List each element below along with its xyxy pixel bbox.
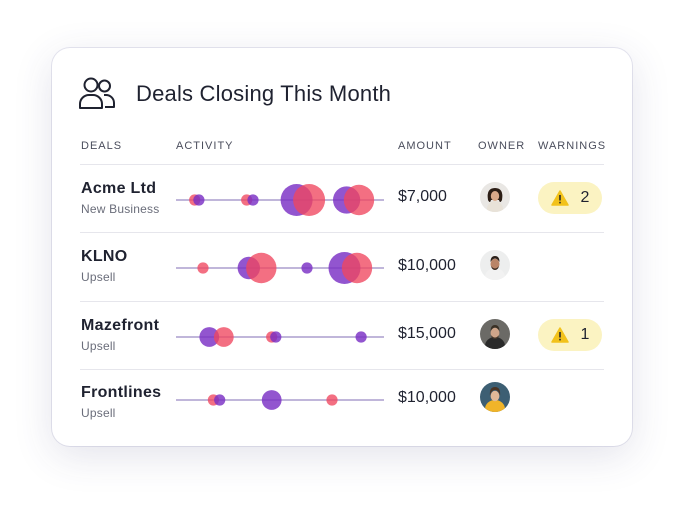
activity-bubble[interactable] — [193, 194, 205, 206]
activity-bubble[interactable] — [355, 331, 367, 343]
warning-icon — [550, 190, 569, 206]
warning-count: 2 — [580, 189, 590, 206]
column-header-activity: ACTIVITY — [176, 140, 234, 152]
deal-amount: $10,000 — [398, 389, 456, 406]
column-header-owner: OWNER — [478, 140, 526, 152]
activity-bubble[interactable] — [246, 252, 277, 284]
activity-bubble[interactable] — [261, 390, 282, 410]
deal-name[interactable]: Mazefront — [81, 317, 159, 335]
table-row[interactable]: Acme Ltd New Business $7,000 2 — [52, 166, 632, 234]
column-header-warnings: WARNINGS — [538, 140, 607, 152]
deal-name[interactable]: Acme Ltd — [81, 180, 156, 198]
divider — [80, 301, 604, 302]
activity-bubble[interactable] — [341, 252, 373, 284]
deal-name[interactable]: Frontlines — [81, 384, 161, 402]
warning-badge[interactable]: 2 — [538, 182, 602, 214]
activity-bubble[interactable] — [213, 327, 234, 347]
users-icon — [79, 77, 115, 109]
divider — [80, 164, 604, 165]
deal-amount: $15,000 — [398, 325, 456, 342]
deal-amount: $7,000 — [398, 188, 447, 205]
warning-count: 1 — [580, 326, 590, 343]
deal-name[interactable]: KLNO — [81, 248, 128, 266]
activity-timeline — [176, 390, 384, 410]
activity-bubble[interactable] — [301, 262, 313, 274]
owner-avatar[interactable] — [480, 182, 510, 212]
table-row[interactable]: Frontlines Upsell $10,000 — [52, 370, 632, 438]
activity-bubble[interactable] — [270, 331, 282, 343]
deal-type: Upsell — [81, 270, 116, 284]
activity-bubble[interactable] — [197, 262, 209, 274]
owner-avatar[interactable] — [480, 250, 510, 280]
activity-bubble[interactable] — [343, 184, 375, 216]
page-title: Deals Closing This Month — [136, 81, 392, 106]
divider — [80, 232, 604, 233]
table-row[interactable]: Mazefront Upsell $15,000 1 — [52, 303, 632, 371]
activity-bubble[interactable] — [326, 394, 338, 406]
activity-timeline — [176, 184, 384, 216]
activity-bubble[interactable] — [293, 184, 326, 216]
deals-card: Deals Closing This Month DEALS ACTIVITY … — [52, 48, 632, 446]
deal-type: Upsell — [81, 339, 116, 353]
column-header-deals: DEALS — [81, 140, 123, 152]
deal-type: New Business — [81, 202, 160, 216]
table-row[interactable]: KLNO Upsell $10,000 — [52, 234, 632, 302]
warning-badge[interactable]: 1 — [538, 319, 602, 351]
deal-type: Upsell — [81, 406, 116, 420]
activity-timeline — [176, 327, 384, 347]
column-header-amount: AMOUNT — [398, 140, 452, 152]
owner-avatar[interactable] — [480, 319, 510, 349]
owner-avatar[interactable] — [480, 382, 510, 412]
deal-amount: $10,000 — [398, 257, 456, 274]
activity-bubble[interactable] — [247, 194, 259, 206]
card-header: Deals Closing This Month — [78, 74, 391, 114]
activity-bubble[interactable] — [214, 394, 226, 406]
activity-timeline — [176, 252, 384, 284]
warning-icon — [550, 327, 569, 343]
